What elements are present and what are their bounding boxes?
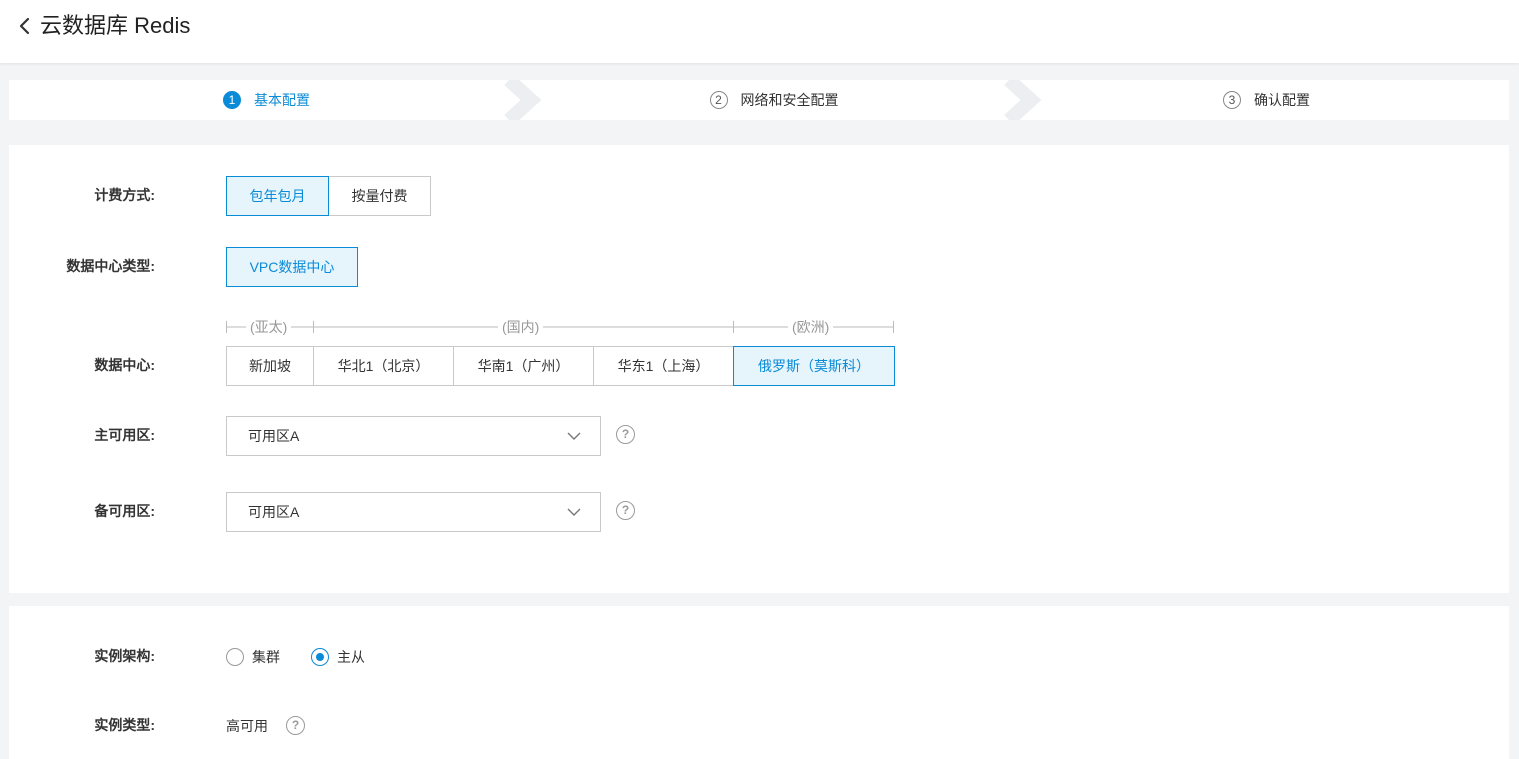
radio-button[interactable] <box>226 648 244 666</box>
primary-zone-value: 可用区A <box>248 428 300 444</box>
region-group-apac: (亚太) <box>246 317 292 337</box>
dc-type-label: 数据中心类型: <box>66 258 155 274</box>
step-label: 确认配置 <box>1254 92 1310 108</box>
billing-option-monthly[interactable]: 包年包月 <box>226 176 329 216</box>
instance-config-card: 实例架构: 集群 主从 实例类型: 高可用 ? <box>9 606 1509 759</box>
step-number: 3 <box>1223 91 1241 109</box>
basic-config-card: 计费方式: 包年包月 按量付费 数据中心类型: VPC数据中心 (亚太) (国内… <box>9 145 1509 593</box>
backup-zone-value: 可用区A <box>248 504 300 520</box>
radio-label: 集群 <box>252 649 280 665</box>
arch-option-cluster[interactable]: 集群 <box>226 647 280 667</box>
step-number: 2 <box>709 91 728 109</box>
datacenter-label: 数据中心: <box>94 357 155 373</box>
datacenter-option-guangzhou[interactable]: 华南1（广州） <box>453 346 594 386</box>
instance-type-label: 实例类型: <box>94 717 155 733</box>
billing-option-pay-as-you-go[interactable]: 按量付费 <box>328 176 431 216</box>
region-group-europe: (欧洲) <box>788 317 834 337</box>
instance-type-value: 高可用 <box>226 718 268 734</box>
step-number: 1 <box>223 91 241 109</box>
top-bar: 云数据库 Redis <box>0 0 1519 63</box>
arch-label: 实例架构: <box>94 648 155 664</box>
help-icon[interactable]: ? <box>616 425 635 444</box>
step-label: 基本配置 <box>254 92 310 108</box>
step-3[interactable]: 3 确认配置 <box>1024 80 1509 120</box>
datacenter-option-shanghai[interactable]: 华东1（上海） <box>593 346 734 386</box>
datacenter-option-beijing[interactable]: 华北1（北京） <box>313 346 454 386</box>
chevron-down-icon <box>567 508 581 516</box>
page-title: 云数据库 Redis <box>40 13 191 38</box>
radio-label: 主从 <box>337 649 365 665</box>
dc-type-options: VPC数据中心 <box>226 247 358 287</box>
chevron-down-icon <box>567 432 581 440</box>
backup-zone-label: 备可用区: <box>94 503 155 519</box>
region-group-china: (国内) <box>498 317 544 337</box>
arch-option-master-slave[interactable]: 主从 <box>311 647 365 667</box>
datacenter-options: 新加坡 华北1（北京） 华南1（广州） 华东1（上海） 俄罗斯（莫斯科） <box>226 346 895 386</box>
billing-label: 计费方式: <box>94 187 155 203</box>
step-2[interactable]: 2 网络和安全配置 <box>524 80 1024 120</box>
chevron-left-icon[interactable] <box>14 15 36 37</box>
datacenter-option-moscow[interactable]: 俄罗斯（莫斯科） <box>733 346 895 386</box>
dc-type-option-vpc[interactable]: VPC数据中心 <box>226 247 358 287</box>
backup-zone-select[interactable]: 可用区A <box>226 492 601 532</box>
step-1[interactable]: 1 基本配置 <box>9 80 524 120</box>
steps-bar: 1 基本配置 2 网络和安全配置 3 确认配置 <box>9 80 1509 120</box>
help-icon[interactable]: ? <box>616 501 635 520</box>
billing-options: 包年包月 按量付费 <box>226 176 431 216</box>
region-group-line: (亚太) (国内) (欧洲) <box>226 317 896 337</box>
step-label: 网络和安全配置 <box>740 92 839 108</box>
datacenter-option-singapore[interactable]: 新加坡 <box>226 346 314 386</box>
primary-zone-select[interactable]: 可用区A <box>226 416 601 456</box>
primary-zone-label: 主可用区: <box>94 427 155 443</box>
radio-button-checked[interactable] <box>311 648 329 666</box>
help-icon[interactable]: ? <box>286 716 305 735</box>
